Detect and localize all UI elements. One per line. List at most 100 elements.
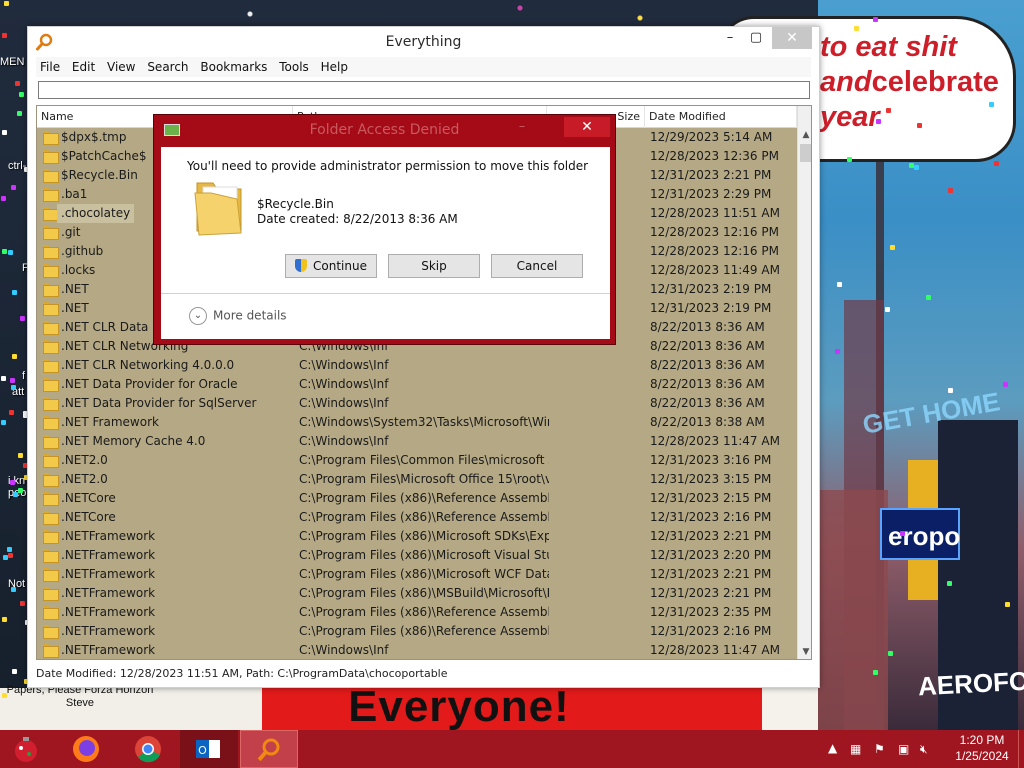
- row-date-modified: 12/31/2023 2:21 PM: [650, 529, 772, 543]
- maximize-button[interactable]: ▢: [743, 27, 769, 49]
- continue-label: Continue: [313, 259, 367, 273]
- table-row[interactable]: .NETFramework C:\Program Files (x86)\Micr…: [37, 546, 797, 565]
- more-details-toggle[interactable]: ⌄ More details: [189, 307, 287, 325]
- menu-file[interactable]: File: [36, 57, 64, 77]
- cancel-button[interactable]: Cancel: [491, 254, 583, 278]
- row-name: .NET CLR Networking 4.0.0.0: [61, 358, 235, 372]
- taskbar-outlook[interactable]: O: [180, 730, 238, 768]
- confetti-particle: [2, 693, 8, 699]
- confetti-particle: [14, 80, 20, 86]
- folder-icon: [43, 511, 59, 525]
- volume-muted-icon[interactable]: 🔇︎: [920, 742, 928, 757]
- row-date-modified: 12/31/2023 2:16 PM: [650, 624, 772, 638]
- taskbar-everything[interactable]: [240, 730, 298, 768]
- row-date-modified: 12/31/2023 2:21 PM: [650, 168, 772, 182]
- confetti-particle: [10, 385, 16, 391]
- minimize-button[interactable]: –: [717, 27, 743, 49]
- menu-view[interactable]: View: [103, 57, 139, 77]
- menu-search[interactable]: Search: [143, 57, 192, 77]
- row-name: .NETFramework: [61, 567, 156, 581]
- menu-help[interactable]: Help: [317, 57, 352, 77]
- folder-icon: [43, 378, 59, 392]
- confetti-particle: [11, 668, 17, 674]
- confetti-particle: [835, 348, 841, 354]
- dialog-minimize-button[interactable]: –: [512, 119, 532, 135]
- table-row[interactable]: .NETFramework C:\Program Files (x86)\Micr…: [37, 527, 797, 546]
- taskbar-chrome[interactable]: [120, 730, 178, 768]
- row-name: .NETCore: [61, 510, 116, 524]
- row-date-modified: 12/28/2023 11:51 AM: [650, 206, 780, 220]
- continue-button[interactable]: Continue: [285, 254, 377, 278]
- table-row[interactable]: .NETFramework C:\Program Files (x86)\Refe…: [37, 603, 797, 622]
- confetti-particle: [890, 245, 896, 251]
- row-date-modified: 8/22/2013 8:36 AM: [650, 377, 765, 391]
- confetti-particle: [17, 452, 23, 458]
- table-row[interactable]: .NET2.0 C:\Program Files\Common Files\mic…: [37, 451, 797, 470]
- folder-icon: [43, 131, 59, 145]
- status-bar: Date Modified: 12/28/2023 11:51 AM, Path…: [36, 667, 448, 680]
- search-input[interactable]: [38, 81, 810, 99]
- confetti-particle: [925, 295, 931, 301]
- table-row[interactable]: .NETFramework C:\Program Files (x86)\Refe…: [37, 622, 797, 641]
- row-path: C:\Program Files (x86)\Reference Assembl…: [299, 491, 549, 505]
- scroll-up-arrow-icon[interactable]: ▲: [798, 128, 811, 142]
- svg-text:O: O: [198, 744, 207, 757]
- row-name: $dpx$.tmp: [61, 130, 127, 144]
- window-title: Everything: [385, 34, 462, 50]
- dialog-titlebar[interactable]: Folder Access Denied – ✕: [154, 115, 615, 145]
- confetti-particle: [947, 580, 953, 586]
- table-row[interactable]: .NET Memory Cache 4.0 C:\Windows\Inf 12/28…: [37, 432, 797, 451]
- row-path: C:\Program Files (x86)\Reference Assembl…: [299, 624, 549, 638]
- table-row[interactable]: .NETFramework C:\Program Files (x86)\MSBu…: [37, 584, 797, 603]
- bubble-line-3: year: [820, 101, 880, 133]
- wallpaper-sign-aerofos: AEROFOS: [917, 664, 1024, 702]
- confetti-particle: [1005, 602, 1011, 608]
- wallpaper-banner-text: Everyone!: [348, 682, 570, 730]
- row-date-modified: 12/31/2023 2:16 PM: [650, 510, 772, 524]
- row-name: .NETFramework: [61, 643, 156, 657]
- skip-button[interactable]: Skip: [388, 254, 480, 278]
- folder-icon: [43, 359, 59, 373]
- row-date-modified: 8/22/2013 8:36 AM: [650, 339, 765, 353]
- row-path: C:\Windows\System32\Tasks\Microsoft\Win.…: [299, 415, 549, 429]
- speech-bubble-text: to eat shit andcelebrate year: [820, 30, 1010, 135]
- menu-bookmarks[interactable]: Bookmarks: [196, 57, 271, 77]
- table-row[interactable]: .NET CLR Networking 4.0.0.0 C:\Windows\In…: [37, 356, 797, 375]
- table-row[interactable]: .NETFramework C:\Program Files (x86)\Micr…: [37, 565, 797, 584]
- folder-icon: [43, 302, 59, 316]
- table-row[interactable]: .NET Data Provider for SqlServer C:\Windo…: [37, 394, 797, 413]
- row-path: C:\Windows\Inf: [299, 358, 389, 372]
- network-icon[interactable]: ▣: [898, 742, 909, 756]
- start-button[interactable]: [0, 730, 52, 768]
- everything-titlebar[interactable]: Everything – ▢ ✕: [28, 27, 819, 57]
- scroll-down-arrow-icon[interactable]: ▼: [798, 645, 811, 659]
- show-hidden-icons-icon[interactable]: ▲: [828, 741, 837, 755]
- dialog-close-button[interactable]: ✕: [564, 117, 610, 137]
- taskbar-clock[interactable]: 1:20 PM 1/25/2024: [944, 732, 1020, 764]
- table-row[interactable]: .NETCore C:\Program Files (x86)\Reference…: [37, 508, 797, 527]
- show-desktop-button[interactable]: [1018, 730, 1024, 768]
- table-row[interactable]: .NET Data Provider for Oracle C:\Windows\…: [37, 375, 797, 394]
- table-row[interactable]: .NET Framework C:\Windows\System32\Tasks\…: [37, 413, 797, 432]
- confetti-particle: [9, 377, 15, 383]
- menu-edit[interactable]: Edit: [68, 57, 99, 77]
- taskbar-firefox[interactable]: [58, 730, 116, 768]
- confetti-particle: [837, 282, 843, 288]
- column-header-date-modified[interactable]: Date Modified: [645, 106, 797, 128]
- close-button[interactable]: ✕: [772, 27, 812, 49]
- network-share-icon[interactable]: ▦: [850, 742, 861, 756]
- action-center-flag-icon[interactable]: ⚑: [874, 742, 885, 756]
- taskbar: O ▲ ▦ ⚑ ▣ 🔇︎ 1:20 PM 1/25/2024: [0, 730, 1024, 768]
- folder-icon: [43, 150, 59, 164]
- menu-tools[interactable]: Tools: [275, 57, 313, 77]
- row-date-modified: 8/22/2013 8:36 AM: [650, 396, 765, 410]
- confetti-particle: [12, 491, 18, 497]
- row-path: C:\Program Files (x86)\Reference Assembl…: [299, 510, 549, 524]
- row-date-modified: 8/22/2013 8:36 AM: [650, 320, 765, 334]
- scrollbar-thumb[interactable]: [800, 144, 811, 162]
- table-row[interactable]: .NETCore C:\Program Files (x86)\Reference…: [37, 489, 797, 508]
- vertical-scrollbar[interactable]: ▲ ▼: [797, 106, 811, 659]
- row-path: C:\Program Files (x86)\Reference Assembl…: [299, 605, 549, 619]
- table-row[interactable]: .NETFramework C:\Windows\Inf 12/28/2023 11…: [37, 641, 797, 659]
- table-row[interactable]: .NET2.0 C:\Program Files\Microsoft Office…: [37, 470, 797, 489]
